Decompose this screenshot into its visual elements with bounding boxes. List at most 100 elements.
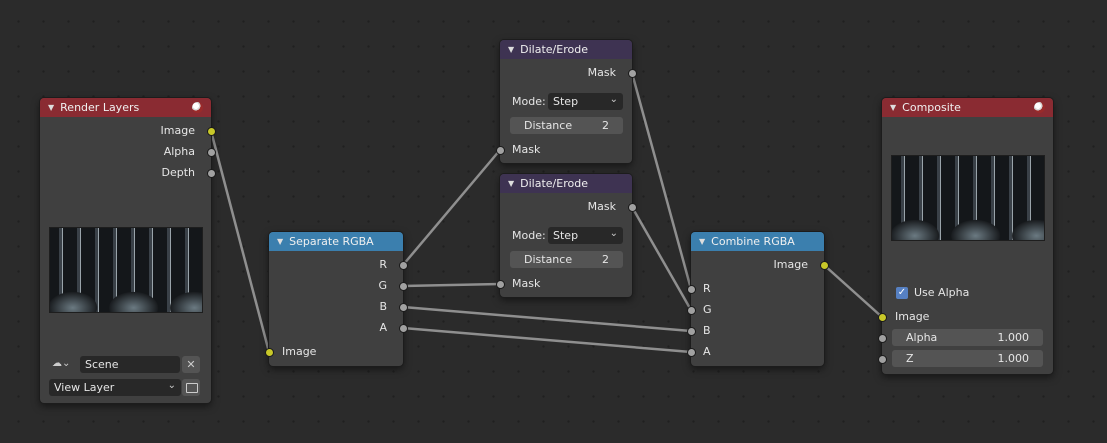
alpha-value: 1.000 — [997, 331, 1030, 344]
node-title: Dilate/Erode — [520, 177, 588, 190]
use-alpha-checkbox[interactable]: ✓ — [896, 287, 908, 299]
socket-input-z[interactable] — [879, 356, 886, 363]
output-label-depth: Depth — [161, 166, 195, 179]
socket-output-mask[interactable] — [629, 204, 636, 211]
socket-input-image[interactable] — [266, 349, 273, 356]
output-label-r: R — [379, 258, 387, 271]
z-value: 1.000 — [997, 352, 1030, 365]
collapse-arrow-icon[interactable]: ▼ — [890, 103, 896, 112]
link-dilate1-to-combine-r — [630, 72, 693, 290]
input-label-mask: Mask — [512, 277, 541, 290]
socket-output-mask[interactable] — [629, 70, 636, 77]
collapse-arrow-icon[interactable]: ▼ — [48, 103, 54, 112]
node-title: Combine RGBA — [711, 235, 795, 248]
z-label: Z — [906, 352, 914, 365]
distance-field[interactable]: Distance 2 — [510, 117, 623, 134]
socket-input-image[interactable] — [879, 314, 886, 321]
node-header[interactable]: ▼ Dilate/Erode — [500, 40, 632, 59]
collapse-arrow-icon[interactable]: ▼ — [508, 179, 514, 188]
output-label-g: G — [378, 279, 387, 292]
node-header[interactable]: ▼ Dilate/Erode — [500, 174, 632, 193]
socket-output-r[interactable] — [400, 262, 407, 269]
node-header[interactable]: ▼ Combine RGBA — [691, 232, 824, 251]
chevron-down-icon: ⌄ — [609, 94, 618, 105]
socket-output-a[interactable] — [400, 325, 407, 332]
input-label-g: G — [703, 303, 712, 316]
render-preview-image — [49, 227, 203, 313]
input-label-mask: Mask — [512, 143, 541, 156]
unlink-scene-button[interactable]: ✕ — [182, 356, 200, 373]
output-label-mask: Mask — [587, 66, 616, 79]
node-header[interactable]: ▼ Separate RGBA — [269, 232, 403, 251]
collapse-arrow-icon[interactable]: ▼ — [277, 237, 283, 246]
input-label-r: R — [703, 282, 711, 295]
node-title: Dilate/Erode — [520, 43, 588, 56]
composite-node[interactable]: ▼ Composite ✓ Use Alpha Image Alpha 1.00… — [882, 98, 1053, 374]
output-label-a: A — [379, 321, 387, 334]
mode-value: Step — [553, 95, 579, 108]
node-title: Composite — [902, 101, 961, 114]
socket-output-image[interactable] — [208, 128, 215, 135]
input-label-image: Image — [895, 310, 930, 323]
chevron-down-icon: ⌄ — [167, 380, 176, 391]
socket-input-alpha[interactable] — [879, 335, 886, 342]
socket-input-a[interactable] — [688, 349, 695, 356]
node-header[interactable]: ▼ Composite — [882, 98, 1053, 117]
socket-input-mask[interactable] — [497, 281, 504, 288]
socket-output-g[interactable] — [400, 283, 407, 290]
scene-field[interactable]: Scene — [80, 356, 180, 373]
dilate-erode-node-1[interactable]: ▼ Dilate/Erode Mask Mode: Step ⌄ Distanc… — [500, 40, 632, 163]
output-label-b: B — [379, 300, 387, 313]
mode-value: Step — [553, 229, 579, 242]
use-alpha-label: Use Alpha — [914, 286, 970, 299]
distance-field[interactable]: Distance 2 — [510, 251, 623, 268]
node-editor-canvas[interactable]: ▼ Render Layers Image Alpha Depth ☁⌄ Sce… — [0, 0, 1107, 443]
view-layer-dropdown[interactable]: View Layer ⌄ — [49, 379, 181, 396]
mode-label: Mode: — [512, 95, 546, 108]
combine-rgba-node[interactable]: ▼ Combine RGBA Image R G B A — [691, 232, 824, 366]
link-separate-b-to-combine-b — [402, 305, 692, 333]
node-title: Separate RGBA — [289, 235, 374, 248]
output-label-image: Image — [773, 258, 808, 271]
link-separate-r-to-dilate1 — [402, 149, 501, 266]
scene-icon[interactable]: ☁⌄ — [52, 358, 70, 369]
distance-label: Distance — [524, 253, 573, 266]
input-label-image: Image — [282, 345, 317, 358]
socket-input-b[interactable] — [688, 328, 695, 335]
link-combine-to-composite — [823, 264, 883, 318]
render-preview-icon[interactable] — [192, 102, 203, 113]
node-header[interactable]: ▼ Render Layers — [40, 98, 211, 117]
render-layer-folder-icon[interactable] — [182, 379, 200, 396]
distance-label: Distance — [524, 119, 573, 132]
distance-value: 2 — [602, 119, 609, 132]
distance-value: 2 — [602, 253, 609, 266]
render-layers-node[interactable]: ▼ Render Layers Image Alpha Depth ☁⌄ Sce… — [40, 98, 211, 403]
output-label-alpha: Alpha — [163, 145, 195, 158]
socket-output-depth[interactable] — [208, 170, 215, 177]
output-label-image: Image — [160, 124, 195, 137]
link-separate-a-to-combine-a — [402, 326, 692, 354]
render-preview-icon[interactable] — [1034, 102, 1045, 113]
collapse-arrow-icon[interactable]: ▼ — [699, 237, 705, 246]
mode-label: Mode: — [512, 229, 546, 242]
socket-output-b[interactable] — [400, 304, 407, 311]
socket-output-image[interactable] — [821, 262, 828, 269]
socket-input-r[interactable] — [688, 286, 695, 293]
z-field[interactable]: Z 1.000 — [892, 350, 1043, 367]
socket-input-g[interactable] — [688, 307, 695, 314]
mode-dropdown[interactable]: Step ⌄ — [548, 93, 623, 110]
node-title: Render Layers — [60, 101, 140, 114]
link-renderimage-to-separate — [209, 130, 271, 353]
chevron-down-icon: ⌄ — [609, 228, 618, 239]
separate-rgba-node[interactable]: ▼ Separate RGBA R G B A Image — [269, 232, 403, 366]
link-separate-g-to-dilate2 — [402, 282, 501, 288]
socket-input-mask[interactable] — [497, 147, 504, 154]
socket-output-alpha[interactable] — [208, 149, 215, 156]
input-label-a: A — [703, 345, 711, 358]
output-label-mask: Mask — [587, 200, 616, 213]
dilate-erode-node-2[interactable]: ▼ Dilate/Erode Mask Mode: Step ⌄ Distanc… — [500, 174, 632, 297]
mode-dropdown[interactable]: Step ⌄ — [548, 227, 623, 244]
view-layer-value: View Layer — [54, 381, 115, 394]
alpha-field[interactable]: Alpha 1.000 — [892, 329, 1043, 346]
collapse-arrow-icon[interactable]: ▼ — [508, 45, 514, 54]
